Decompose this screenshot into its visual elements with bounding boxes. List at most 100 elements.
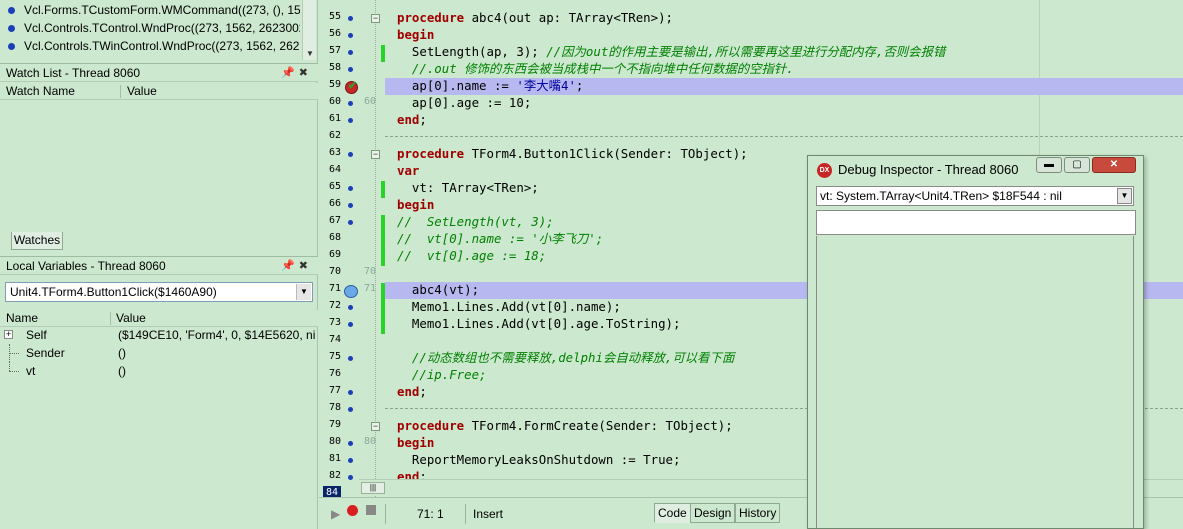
modified-line-marker bbox=[381, 283, 385, 334]
code-line[interactable]: // vt[0].name := '小李飞刀'; bbox=[397, 230, 603, 247]
code-line[interactable]: Memo1.Lines.Add(vt[0].age.ToString); bbox=[397, 315, 681, 332]
breakpoint-dot-icon[interactable] bbox=[348, 441, 353, 446]
chevron-down-icon[interactable]: ▼ bbox=[1117, 188, 1132, 204]
frame-select[interactable]: Unit4.TForm4.Button1Click($1460A90) ▼ bbox=[5, 282, 313, 302]
call-stack-row[interactable]: Vcl.Controls.TWinControl.WndProc((273, 1… bbox=[8, 37, 300, 55]
breakpoint-icon[interactable]: ✔ bbox=[345, 80, 358, 94]
code-token: TForm4.Button1Click(Sender: TObject); bbox=[464, 146, 748, 161]
line-number: 61 bbox=[328, 113, 341, 124]
variable-name: vt bbox=[26, 364, 36, 378]
scroll-thumb[interactable]: ||| bbox=[361, 482, 385, 494]
fold-toggle-icon[interactable]: − bbox=[371, 150, 380, 159]
column-divider[interactable] bbox=[110, 312, 111, 325]
code-line[interactable]: abc4(vt); bbox=[397, 281, 479, 298]
breakpoint-dot-icon[interactable] bbox=[348, 67, 353, 72]
locals-row[interactable]: Sender () bbox=[0, 344, 318, 362]
code-line[interactable]: Memo1.Lines.Add(vt[0].name); bbox=[397, 298, 621, 315]
locals-columns: Name Value bbox=[0, 310, 318, 327]
line-number: 69 bbox=[328, 249, 341, 260]
close-icon[interactable]: ✖ bbox=[299, 67, 312, 79]
tab-watches[interactable]: Watches bbox=[11, 232, 63, 250]
debug-inspector-window[interactable]: DX Debug Inspector - Thread 8060 ▬ ▢ ✕ v… bbox=[807, 155, 1144, 529]
breakpoint-dot-icon[interactable] bbox=[348, 407, 353, 412]
variable-value: ($149CE10, 'Form4', 0, $14E5620, nil,... bbox=[118, 328, 316, 342]
breakpoint-dot-icon[interactable] bbox=[348, 322, 353, 327]
breakpoint-dot-icon[interactable] bbox=[348, 475, 353, 480]
breakpoint-dot-icon[interactable] bbox=[348, 118, 353, 123]
fold-toggle-icon[interactable]: − bbox=[371, 422, 380, 431]
breakpoint-dot-icon[interactable] bbox=[348, 50, 353, 55]
code-line[interactable]: //.out 修饰的东西会被当成栈中一个不指向堆中任何数据的空指针. bbox=[397, 60, 794, 77]
code-line[interactable]: vt: TArray<TRen>; bbox=[397, 179, 539, 196]
code-line[interactable]: procedure abc4(out ap: TArray<TRen>); bbox=[397, 9, 673, 26]
pin-icon[interactable]: 📌 bbox=[281, 260, 299, 272]
code-line[interactable]: begin bbox=[397, 434, 434, 451]
inspector-expression-select[interactable]: vt: System.TArray<Unit4.TRen> $18F544 : … bbox=[816, 186, 1134, 206]
locals-row[interactable]: + Self ($149CE10, 'Form4', 0, $14E5620, … bbox=[0, 326, 318, 344]
close-button[interactable]: ✕ bbox=[1092, 157, 1136, 173]
record-icon[interactable] bbox=[347, 505, 358, 516]
tree-line bbox=[9, 362, 10, 371]
breakpoint-dot-icon[interactable] bbox=[348, 220, 353, 225]
tab-design[interactable]: Design bbox=[690, 503, 736, 523]
line-number: 57 bbox=[328, 45, 341, 56]
scroll-down-icon[interactable]: ▼ bbox=[306, 49, 314, 58]
breakpoint-dot-icon[interactable] bbox=[348, 356, 353, 361]
expand-icon[interactable]: + bbox=[4, 330, 13, 339]
modified-line-marker bbox=[381, 45, 385, 62]
fold-toggle-icon[interactable]: − bbox=[371, 14, 380, 23]
code-line[interactable]: begin bbox=[397, 196, 434, 213]
call-stack-row[interactable]: Vcl.Forms.TCustomForm.WMCommand((273, ()… bbox=[8, 1, 300, 19]
close-icon[interactable]: ✖ bbox=[299, 260, 312, 272]
code-line[interactable]: //动态数组也不需要释放,delphi会自动释放,可以看下面 bbox=[397, 349, 734, 366]
code-line[interactable]: procedure TForm4.Button1Click(Sender: TO… bbox=[397, 145, 748, 162]
line-number: 62 bbox=[328, 130, 341, 141]
locals-value-column[interactable]: Value bbox=[116, 310, 146, 327]
code-line[interactable]: // vt[0].age := 18; bbox=[397, 247, 546, 264]
locals-name-column[interactable]: Name bbox=[6, 310, 38, 327]
tab-code[interactable]: Code bbox=[654, 503, 691, 523]
code-line[interactable]: var bbox=[397, 162, 419, 179]
code-line[interactable]: end; bbox=[397, 383, 427, 400]
run-icon[interactable]: ▶ bbox=[331, 507, 340, 521]
watch-value-column[interactable]: Value bbox=[127, 83, 157, 100]
code-line[interactable]: // SetLength(vt, 3); bbox=[397, 213, 554, 230]
inspector-title-bar[interactable]: DX Debug Inspector - Thread 8060 ▬ ▢ ✕ bbox=[808, 156, 1143, 184]
minimize-button[interactable]: ▬ bbox=[1036, 157, 1062, 173]
code-line[interactable]: ap[0].name := '李大嘴4'; bbox=[397, 77, 583, 94]
breakpoint-dot-icon[interactable] bbox=[348, 16, 353, 21]
tab-history[interactable]: History bbox=[735, 503, 781, 523]
maximize-button[interactable]: ▢ bbox=[1064, 157, 1090, 173]
breakpoint-dot-icon[interactable] bbox=[348, 203, 353, 208]
chevron-down-icon[interactable]: ▼ bbox=[296, 284, 311, 300]
status-divider bbox=[385, 504, 386, 524]
stop-icon[interactable] bbox=[366, 505, 376, 515]
code-line[interactable]: end; bbox=[397, 111, 427, 128]
breakpoint-dot-icon[interactable] bbox=[348, 152, 353, 157]
column-divider[interactable] bbox=[120, 85, 121, 98]
watch-name-column[interactable]: Watch Name bbox=[6, 83, 75, 100]
code-line[interactable]: SetLength(ap, 3); //因为out的作用主要是输出,所以需要再这… bbox=[397, 43, 945, 60]
call-stack-row[interactable]: Vcl.Controls.TControl.WndProc((273, 1562… bbox=[8, 19, 300, 37]
line-number: 72 bbox=[328, 300, 341, 311]
breakpoint-dot-icon[interactable] bbox=[348, 186, 353, 191]
locals-row[interactable]: vt () bbox=[0, 362, 318, 380]
inspector-type-field[interactable] bbox=[816, 210, 1136, 235]
breakpoint-dot-icon[interactable] bbox=[348, 390, 353, 395]
call-stack-scrollbar[interactable]: ▼ bbox=[302, 0, 316, 60]
keyword-token: begin bbox=[397, 27, 435, 42]
code-line[interactable]: procedure TForm4.FormCreate(Sender: TObj… bbox=[397, 417, 733, 434]
variable-value: () bbox=[118, 346, 126, 360]
execution-point-icon[interactable] bbox=[344, 285, 358, 298]
breakpoint-dot-icon[interactable] bbox=[348, 33, 353, 38]
breakpoint-dot-icon[interactable] bbox=[348, 101, 353, 106]
code-line[interactable]: ap[0].age := 10; bbox=[397, 94, 531, 111]
breakpoint-dot-icon[interactable] bbox=[348, 305, 353, 310]
code-token: TForm4.FormCreate(Sender: TObject); bbox=[464, 418, 733, 433]
code-line[interactable]: //ip.Free; bbox=[397, 366, 487, 383]
inspector-expression-value: vt: System.TArray<Unit4.TRen> $18F544 : … bbox=[820, 189, 1062, 203]
code-line[interactable]: ReportMemoryLeaksOnShutdown := True; bbox=[397, 451, 681, 468]
breakpoint-dot-icon[interactable] bbox=[348, 458, 353, 463]
code-line[interactable]: begin bbox=[397, 26, 434, 43]
pin-icon[interactable]: 📌 bbox=[281, 67, 299, 79]
